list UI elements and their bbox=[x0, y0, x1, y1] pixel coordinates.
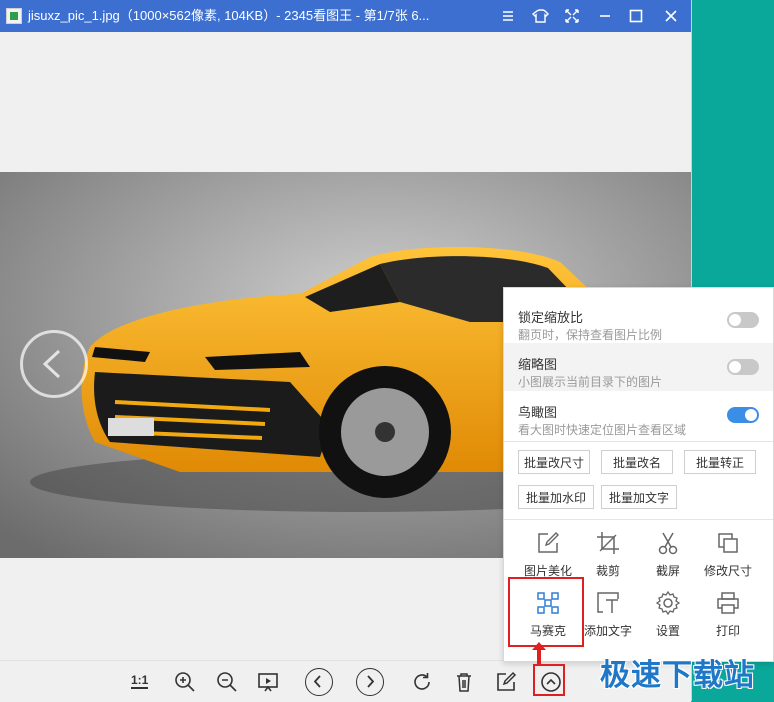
tool-label: 设置 bbox=[655, 624, 680, 638]
maximize-icon[interactable] bbox=[626, 6, 646, 26]
tool-label: 裁剪 bbox=[595, 564, 620, 578]
batch-watermark-button[interactable]: 批量加水印 bbox=[518, 485, 594, 509]
zoom-out-icon[interactable] bbox=[215, 670, 239, 694]
mosaic-highlight-box bbox=[508, 577, 584, 647]
next-icon[interactable] bbox=[356, 668, 384, 696]
previous-icon[interactable] bbox=[305, 668, 333, 696]
add-text-tool[interactable]: 添加文字 bbox=[578, 590, 638, 646]
crop-tool[interactable]: 裁剪 bbox=[578, 530, 638, 586]
red-arrow-annotation bbox=[532, 642, 546, 664]
printer-icon bbox=[717, 592, 739, 614]
tool-label: 添加文字 bbox=[583, 624, 632, 638]
window-title: jisuxz_pic_1.jpg（1000×562像素, 104KB）- 234… bbox=[28, 8, 430, 23]
fullscreen-icon[interactable] bbox=[562, 6, 582, 26]
text-icon bbox=[597, 592, 619, 613]
option-title: 锁定缩放比 bbox=[518, 310, 584, 325]
close-icon[interactable] bbox=[661, 6, 681, 26]
zoom-in-icon[interactable] bbox=[173, 670, 197, 694]
screenshot-tool[interactable]: 截屏 bbox=[638, 530, 698, 586]
previous-image-button[interactable] bbox=[20, 330, 88, 398]
option-title: 缩略图 bbox=[518, 357, 558, 372]
delete-icon[interactable] bbox=[452, 670, 476, 694]
scissors-icon bbox=[658, 532, 678, 555]
batch-text-button[interactable]: 批量加文字 bbox=[601, 485, 677, 509]
slideshow-icon[interactable] bbox=[256, 670, 280, 694]
menu-icon[interactable] bbox=[498, 6, 518, 26]
settings-tool[interactable]: 设置 bbox=[638, 590, 698, 646]
option-lock-zoom[interactable]: 锁定缩放比 翻页时，保持查看图片比例 bbox=[504, 296, 773, 344]
app-icon bbox=[6, 8, 22, 24]
thumbnail-toggle[interactable] bbox=[727, 359, 759, 375]
lock-zoom-toggle[interactable] bbox=[727, 312, 759, 328]
site-watermark: 极速下载站 bbox=[600, 659, 755, 692]
batch-actions: 批量改尺寸 批量改名 批量转正 批量加水印 批量加文字 bbox=[504, 441, 773, 520]
batch-rename-button[interactable]: 批量改名 bbox=[601, 450, 673, 474]
print-tool[interactable]: 打印 bbox=[698, 590, 758, 646]
more-button-highlight-box bbox=[533, 664, 565, 696]
bird-eye-toggle[interactable] bbox=[727, 407, 759, 423]
option-desc: 翻页时，保持查看图片比例 bbox=[518, 328, 663, 342]
rotate-icon[interactable] bbox=[410, 670, 434, 694]
batch-rotate-button[interactable]: 批量转正 bbox=[684, 450, 756, 474]
gear-icon bbox=[655, 590, 681, 616]
tool-label: 打印 bbox=[715, 624, 740, 638]
minimize-icon[interactable] bbox=[595, 6, 615, 26]
edit-icon bbox=[538, 532, 559, 553]
resize-tool[interactable]: 修改尺寸 bbox=[698, 530, 758, 586]
option-desc: 小图展示当前目录下的图片 bbox=[518, 375, 663, 389]
bottom-toolbar: 1:1 bbox=[0, 660, 691, 702]
option-desc: 看大图时快速定位图片查看区域 bbox=[518, 423, 687, 437]
tool-label: 修改尺寸 bbox=[703, 564, 752, 578]
option-title: 鸟瞰图 bbox=[518, 405, 558, 420]
option-bird-eye[interactable]: 鸟瞰图 看大图时快速定位图片查看区域 bbox=[504, 391, 773, 439]
title-bar[interactable]: jisuxz_pic_1.jpg（1000×562像素, 104KB）- 234… bbox=[0, 0, 691, 32]
crop-icon bbox=[597, 532, 619, 554]
tool-label: 截屏 bbox=[655, 564, 680, 578]
batch-resize-button[interactable]: 批量改尺寸 bbox=[518, 450, 590, 474]
skin-icon[interactable] bbox=[531, 6, 551, 26]
option-thumbnail[interactable]: 缩略图 小图展示当前目录下的图片 bbox=[504, 343, 773, 391]
edit-icon[interactable] bbox=[494, 670, 518, 694]
actual-size-button[interactable]: 1:1 bbox=[131, 674, 149, 689]
resize-icon bbox=[718, 533, 738, 553]
